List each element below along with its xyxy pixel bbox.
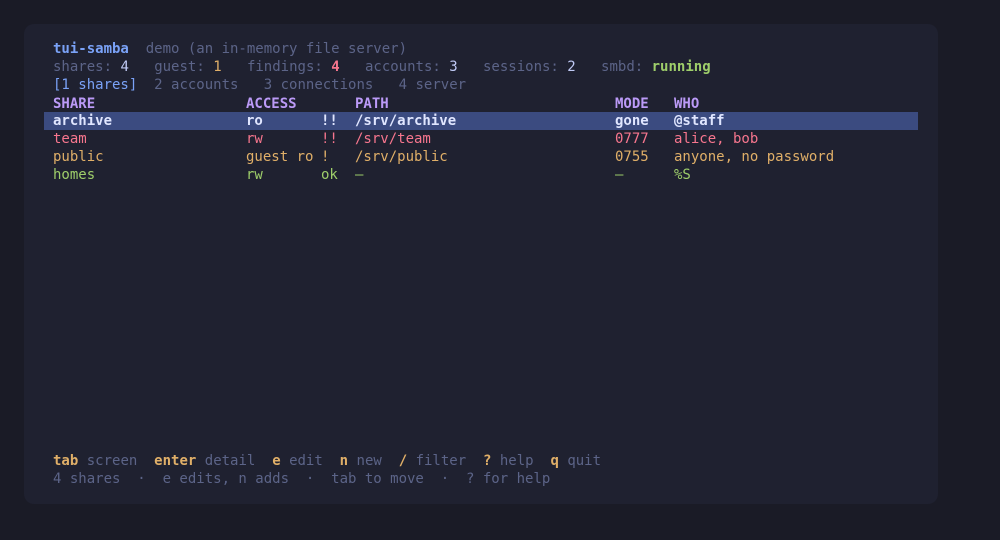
share-mode: 0755 — [615, 149, 649, 165]
share-finding-flag: ! — [321, 149, 330, 165]
table-header: SHARE ACCESS PATH MODE WHO — [24, 95, 938, 113]
table-row-archive[interactable]: archive ro !! /srv/archive gone @staff — [44, 112, 918, 130]
keybinding-bar: tab screen enter detail e edit n new / f… — [53, 452, 601, 470]
share-path: /srv/archive — [355, 113, 457, 129]
key-enter[interactable]: enter — [154, 453, 196, 469]
column-header-who[interactable]: WHO — [674, 95, 699, 113]
share-mode: gone — [615, 113, 649, 129]
findings-stat-value: 4 — [331, 59, 340, 75]
smbd-status-value: running — [651, 59, 711, 75]
column-header-path[interactable]: PATH — [355, 95, 389, 113]
sessions-stat-value: 2 — [567, 59, 576, 75]
share-who: alice, bob — [674, 131, 759, 147]
key-new-desc: new — [356, 453, 382, 469]
tab-bar: [1 shares] 2 accounts 3 connections 4 se… — [53, 76, 466, 94]
accounts-stat-label: accounts: — [364, 59, 441, 75]
tab-accounts[interactable]: 2 accounts — [154, 77, 238, 93]
share-mode: 0777 — [615, 131, 649, 147]
column-header-access[interactable]: ACCESS — [246, 95, 297, 113]
app-subtitle: demo (an in-memory file server) — [145, 41, 408, 57]
key-enter-desc: detail — [204, 453, 256, 469]
column-header-share[interactable]: SHARE — [53, 95, 95, 113]
key-quit[interactable]: q — [550, 453, 558, 469]
share-path: /srv/team — [355, 131, 431, 147]
key-filter[interactable]: / — [399, 453, 407, 469]
share-name: archive — [53, 113, 113, 129]
smbd-stat-label: smbd: — [601, 59, 644, 75]
accounts-stat-value: 3 — [449, 59, 458, 75]
share-who: anyone, no password — [674, 149, 835, 165]
key-tab[interactable]: tab — [53, 453, 78, 469]
key-help[interactable]: ? — [483, 453, 491, 469]
share-who: %S — [674, 167, 691, 183]
stats-line: shares: 4 guest: 1 findings: 4 accounts:… — [53, 58, 711, 76]
sessions-stat-label: sessions: — [483, 59, 559, 75]
key-filter-desc: filter — [415, 453, 467, 469]
share-path: — — [355, 167, 364, 183]
shares-stat-label: shares: — [53, 59, 113, 75]
share-name: team — [53, 131, 87, 147]
key-new[interactable]: n — [340, 453, 348, 469]
key-edit[interactable]: e — [272, 453, 280, 469]
share-finding-flag: !! — [321, 131, 338, 147]
findings-stat-label: findings: — [246, 59, 323, 75]
terminal-window: tui-samba demo (an in-memory file server… — [24, 24, 938, 504]
title-line: tui-samba demo (an in-memory file server… — [53, 40, 407, 58]
status-line: 4 shares · e edits, n adds · tab to move… — [53, 471, 551, 487]
share-access: rw — [246, 167, 263, 183]
share-access: guest ro — [246, 149, 314, 165]
tab-server[interactable]: 4 server — [399, 77, 466, 93]
share-finding-flag: ok — [321, 167, 338, 183]
tab-shares[interactable]: [1 shares] — [53, 77, 137, 93]
share-access: ro — [246, 113, 263, 129]
key-help-desc: help — [499, 453, 534, 469]
key-edit-desc: edit — [289, 453, 323, 469]
share-mode: — — [615, 167, 624, 183]
share-path: /srv/public — [355, 149, 448, 165]
share-name: public — [53, 149, 104, 165]
share-access: rw — [246, 131, 263, 147]
share-finding-flag: !! — [321, 113, 338, 129]
app-name: tui-samba — [53, 41, 129, 57]
key-tab-desc: screen — [86, 453, 138, 469]
table-row-public[interactable]: public guest ro ! /srv/public 0755 anyon… — [44, 148, 918, 166]
share-who: @staff — [674, 113, 725, 129]
tab-connections[interactable]: 3 connections — [264, 77, 374, 93]
table-row-team[interactable]: team rw !! /srv/team 0777 alice, bob — [44, 130, 918, 148]
guest-stat-label: guest: — [154, 59, 205, 75]
table-row-homes[interactable]: homes rw ok — — %S — [44, 166, 918, 184]
column-header-mode[interactable]: MODE — [615, 95, 649, 113]
shares-stat-value: 4 — [120, 59, 129, 75]
guest-stat-value: 1 — [213, 59, 222, 75]
key-quit-desc: quit — [567, 453, 602, 469]
share-name: homes — [53, 167, 96, 183]
